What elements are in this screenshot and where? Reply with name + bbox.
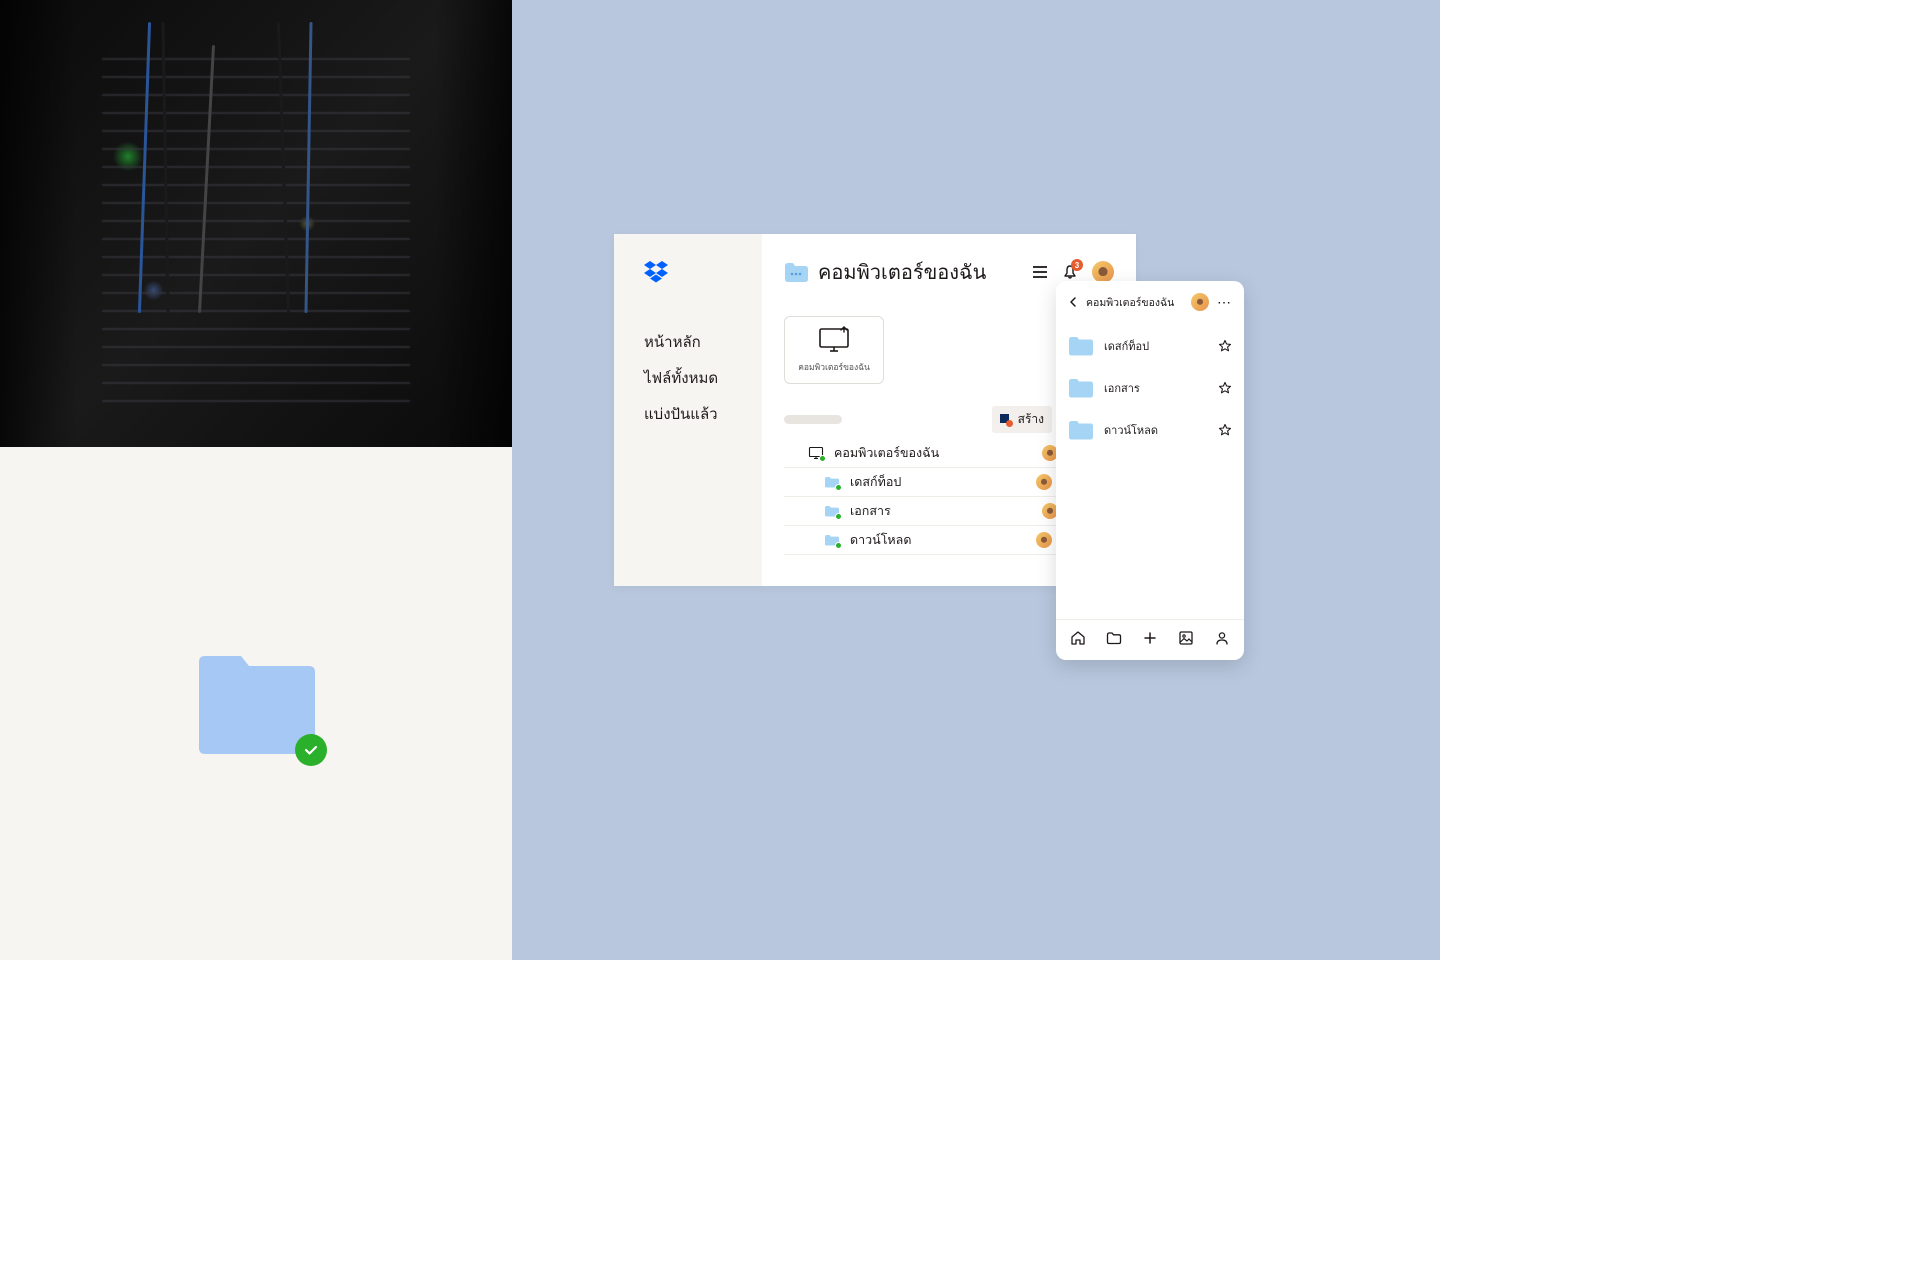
notifications-icon[interactable]: 3 xyxy=(1062,264,1078,280)
menu-icon[interactable] xyxy=(1032,265,1048,279)
mobile-item-label: เอกสาร xyxy=(1104,379,1208,397)
files-icon[interactable] xyxy=(1106,631,1122,645)
server-rack-photo xyxy=(0,0,512,447)
create-label: สร้าง xyxy=(1018,410,1044,429)
star-icon[interactable] xyxy=(1218,423,1232,437)
mobile-item-label: ดาวน์โหลด xyxy=(1104,421,1208,439)
star-icon[interactable] xyxy=(1218,381,1232,395)
mobile-item-documents[interactable]: เอกสาร xyxy=(1066,367,1234,409)
home-icon[interactable] xyxy=(1070,630,1086,646)
photos-icon[interactable] xyxy=(1178,630,1194,646)
sync-dot xyxy=(835,542,842,549)
file-name: ดาวน์โหลด xyxy=(850,530,1026,550)
create-icon xyxy=(1000,414,1012,426)
nav-home[interactable]: หน้าหลัก xyxy=(644,324,762,360)
folder-icon xyxy=(1068,377,1094,399)
page-title: คอมพิวเตอร์ของฉัน xyxy=(818,256,1022,288)
folder-icon xyxy=(824,475,840,489)
mobile-item-label: เดสก์ท็อป xyxy=(1104,337,1208,355)
user-avatar[interactable] xyxy=(1092,261,1114,283)
account-icon[interactable] xyxy=(1214,630,1230,646)
mobile-item-desktop[interactable]: เดสก์ท็อป xyxy=(1066,325,1234,367)
file-name: เอกสาร xyxy=(850,501,1032,521)
placeholder-pill xyxy=(784,415,842,424)
computer-icon xyxy=(808,446,824,460)
folder-icon xyxy=(784,262,808,282)
sync-dot xyxy=(835,484,842,491)
user-avatar[interactable] xyxy=(1191,293,1209,311)
mobile-title: คอมพิวเตอร์ของฉัน xyxy=(1086,294,1183,311)
more-icon[interactable]: ⋯ xyxy=(1217,294,1232,311)
nav-all-files[interactable]: ไฟล์ทั้งหมด xyxy=(644,360,762,396)
computer-card-label: คอมพิวเตอร์ของฉัน xyxy=(798,360,870,374)
dropbox-logo xyxy=(644,260,668,284)
mobile-panel: คอมพิวเตอร์ของฉัน ⋯ เดสก์ท็อป xyxy=(1056,281,1244,660)
owner-avatar xyxy=(1036,474,1052,490)
sync-success-badge xyxy=(295,734,327,766)
mobile-item-downloads[interactable]: ดาวน์โหลด xyxy=(1066,409,1234,451)
create-button[interactable]: สร้าง xyxy=(992,406,1052,433)
folder-icon xyxy=(824,533,840,547)
nav-shared[interactable]: แบ่งปันแล้ว xyxy=(644,396,762,432)
file-name: เดสก์ท็อป xyxy=(850,472,1026,492)
sync-dot xyxy=(819,455,826,462)
synced-folder-illustration xyxy=(0,447,512,960)
notification-count-badge: 3 xyxy=(1071,259,1083,271)
sync-dot xyxy=(835,513,842,520)
folder-icon xyxy=(1068,419,1094,441)
folder-icon xyxy=(1068,335,1094,357)
owner-avatar xyxy=(1036,532,1052,548)
folder-icon xyxy=(824,504,840,518)
file-name: คอมพิวเตอร์ของฉัน xyxy=(834,443,1032,463)
add-icon[interactable] xyxy=(1142,630,1158,646)
back-icon[interactable] xyxy=(1068,296,1078,308)
my-computer-card[interactable]: คอมพิวเตอร์ของฉัน xyxy=(784,316,884,384)
star-icon[interactable] xyxy=(1218,339,1232,353)
